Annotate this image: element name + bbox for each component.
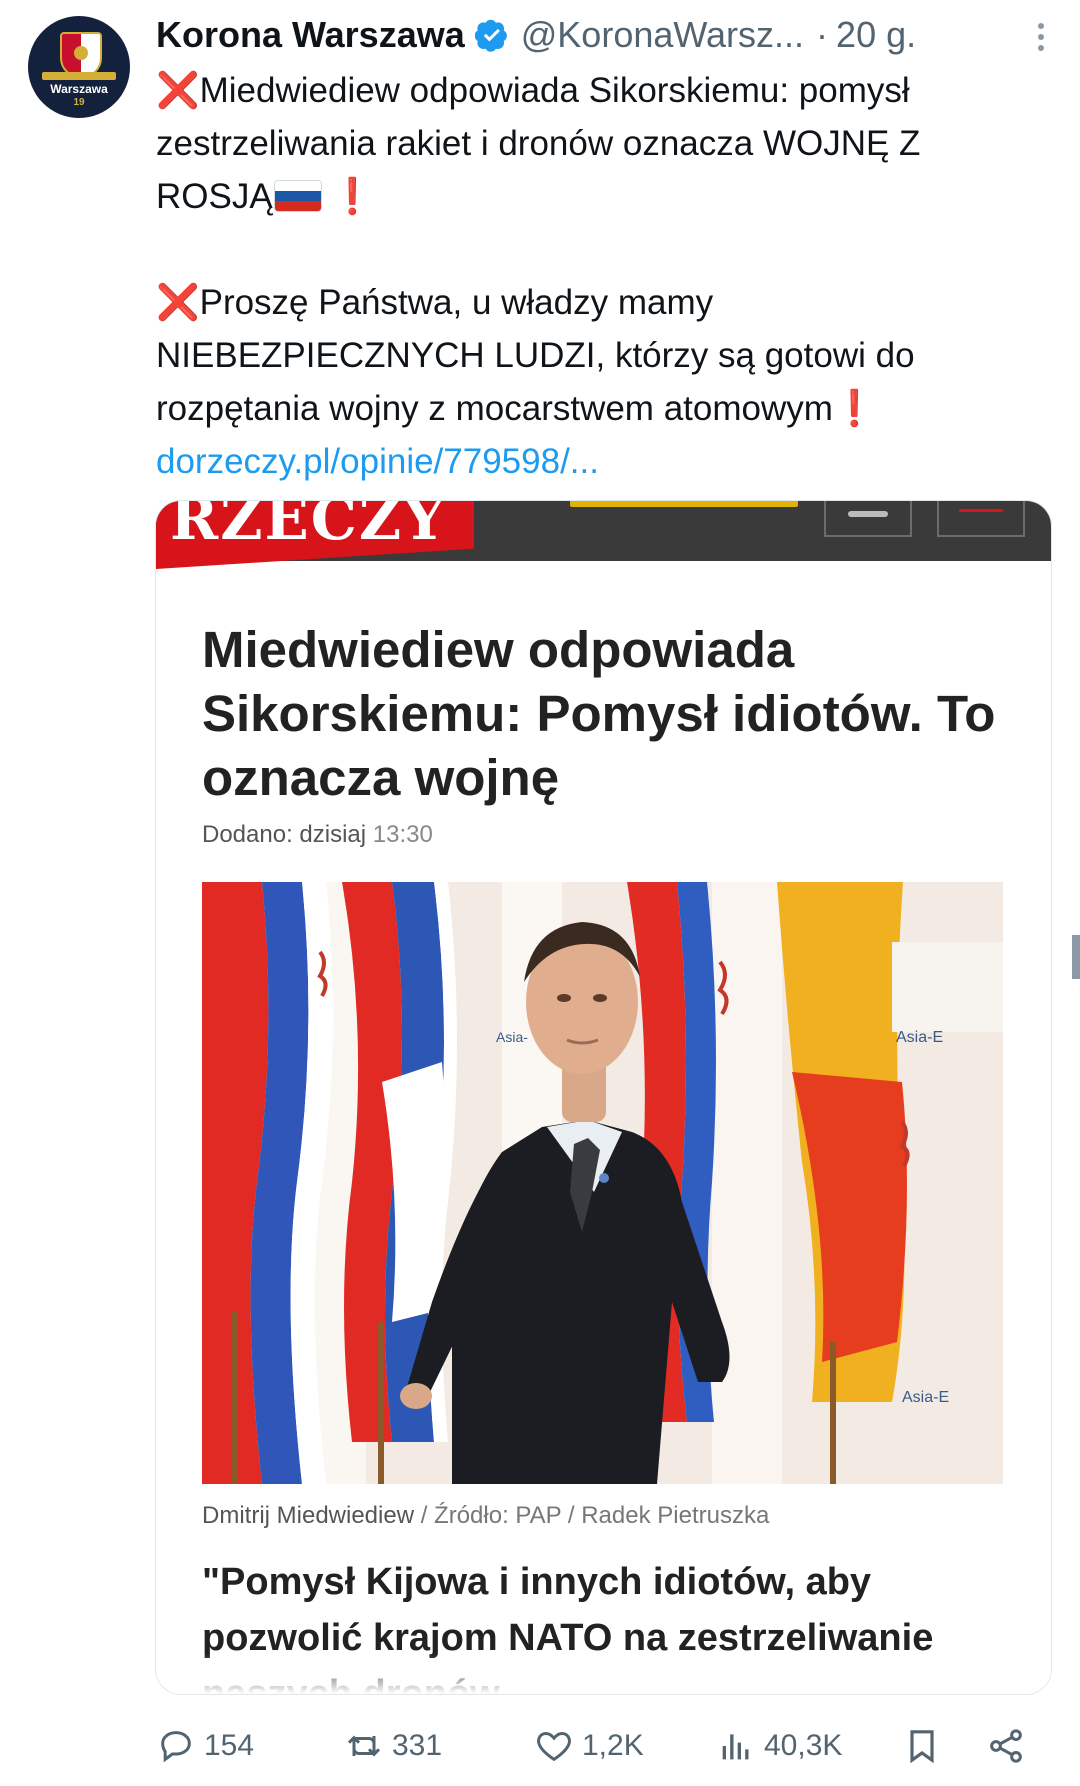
article-photo: Asia-E Asia- Asia-E: [202, 882, 1003, 1484]
article-link[interactable]: dorzeczy.pl/opinie/779598/...: [156, 435, 1036, 488]
more-options-icon[interactable]: [1036, 20, 1046, 54]
site-logo-text: RZECZY: [170, 500, 447, 553]
avatar-number-text: 19: [73, 97, 85, 108]
caption-name: Dmitrij Miedwiediew: [202, 1502, 415, 1529]
tweet-paragraph-1: ❌Miedwiediew odpowiada Sikorskiemu: pomy…: [156, 64, 1036, 223]
subscribe-button: [570, 501, 798, 507]
reply-button[interactable]: 154: [156, 1722, 254, 1770]
photo-illustration: Asia-E Asia- Asia-E: [202, 882, 1003, 1484]
x-mark-icon: ❌: [156, 71, 200, 110]
exclamation-icon: ❗: [832, 389, 877, 428]
retweet-count: 331: [392, 1729, 443, 1762]
photo-caption: Dmitrij Miedwiediew / Źródło: PAP / Rade…: [202, 1502, 769, 1530]
user-icon: [824, 501, 912, 537]
exclamation-icon: ❗: [330, 177, 375, 216]
separator-dot: ·: [816, 14, 829, 55]
retweet-icon: [347, 1735, 381, 1757]
article-card[interactable]: RZECZY Miedwiediew odpowiada Sikorskiemu…: [155, 500, 1052, 1695]
verified-badge-icon: [474, 19, 507, 52]
sign-text-middle: Asia-: [496, 1029, 528, 1045]
views-button[interactable]: 40,3K: [716, 1722, 842, 1770]
tweet-actions: 154 331 1,2K 40,3K: [156, 1722, 1046, 1770]
reply-icon: [161, 1731, 191, 1763]
tweet-paragraph-2: ❌Proszę Państwa, u władzy mamy NIEBEZPIE…: [156, 276, 1036, 435]
menu-icon: [937, 501, 1025, 537]
share-icon: [990, 1729, 1022, 1763]
added-time: 13:30: [372, 821, 433, 848]
avatar-city-text: Warszawa: [50, 82, 108, 96]
avatar[interactable]: Warszawa 19: [28, 16, 130, 118]
tweet-paragraph-1-text: Miedwiediew odpowiada Sikorskiemu: pomys…: [156, 71, 921, 216]
reply-count: 154: [204, 1729, 255, 1762]
added-label: Dodano: dzisiaj: [202, 821, 367, 848]
tweet-time[interactable]: 20 g.: [836, 14, 916, 56]
tweet-header: Korona Warszawa @KoronaWarsz... · 20 g.: [156, 10, 1046, 60]
card-fade: [156, 1654, 1051, 1694]
retweet-button[interactable]: 331: [344, 1722, 442, 1770]
like-button[interactable]: 1,2K: [534, 1722, 644, 1770]
x-mark-icon: ❌: [156, 283, 200, 322]
author-handle[interactable]: @KoronaWarsz...: [521, 14, 804, 56]
caption-source: / Źródło: PAP / Radek Pietruszka: [414, 1502, 770, 1529]
heart-icon: [537, 1731, 571, 1762]
site-logo: RZECZY: [156, 501, 474, 569]
author-name[interactable]: Korona Warszawa: [156, 14, 465, 56]
tweet-text: ❌Miedwiediew odpowiada Sikorskiemu: pomy…: [156, 64, 1036, 488]
views-icon: [722, 1734, 749, 1760]
views-count: 40,3K: [764, 1729, 843, 1762]
scrollbar-thumb[interactable]: [1072, 935, 1080, 979]
site-header-bar: RZECZY: [156, 501, 1051, 569]
bookmark-button[interactable]: [902, 1722, 950, 1770]
ribbon-shape: [42, 72, 116, 80]
sign-text-right: Asia-E: [896, 1029, 943, 1046]
tweet-paragraph-2-text: Proszę Państwa, u władzy mamy NIEBEZPIEC…: [156, 283, 915, 428]
like-count: 1,2K: [582, 1729, 644, 1762]
article-date: Dodano: dzisiaj 13:30: [202, 821, 433, 849]
share-button[interactable]: [986, 1722, 1034, 1770]
bookmark-icon: [910, 1730, 934, 1764]
article-headline: Miedwiediew odpowiada Sikorskiemu: Pomys…: [202, 621, 996, 806]
russia-flag-icon: [274, 181, 321, 211]
sign-text-bottom: Asia-E: [902, 1389, 949, 1406]
